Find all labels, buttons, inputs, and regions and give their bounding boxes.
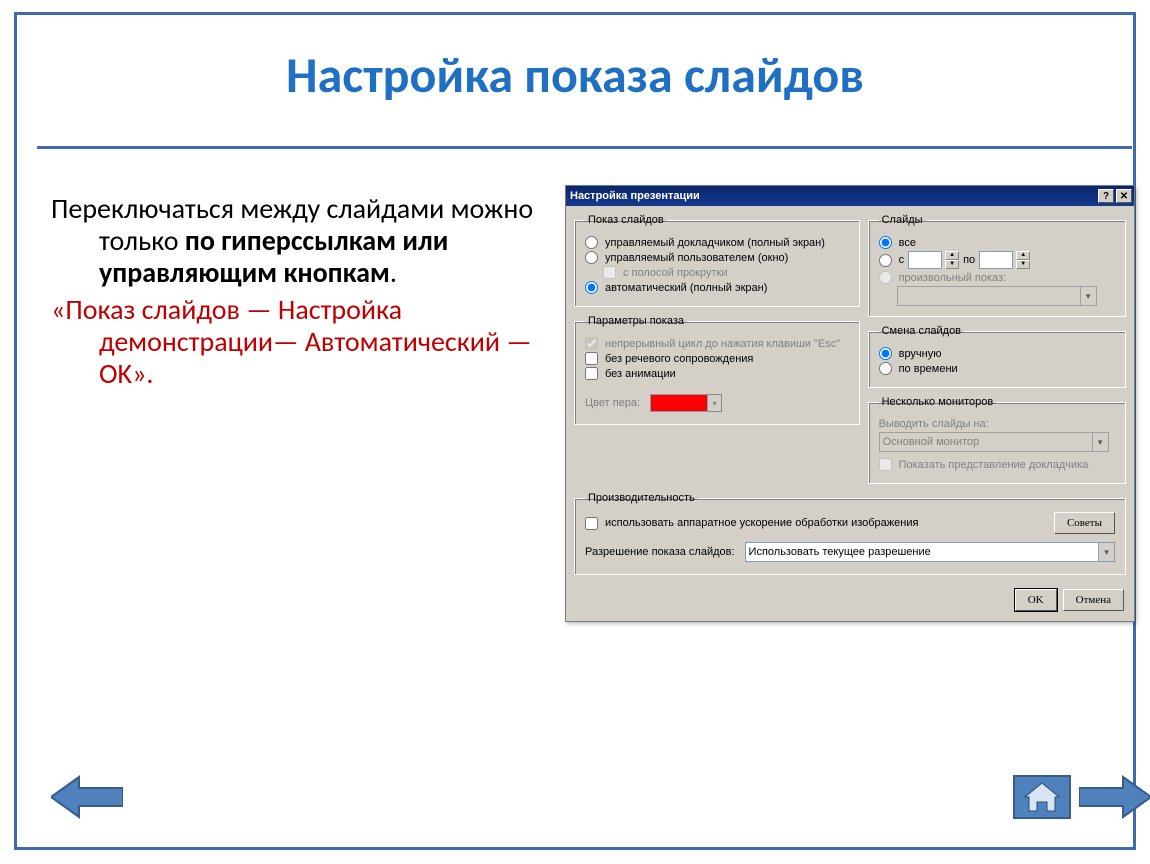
prev-arrow[interactable]	[51, 775, 123, 819]
title-rule	[37, 146, 1132, 149]
setup-dialog: Настройка презентации ? ✕ Показ слайдов …	[565, 185, 1135, 622]
slide-title: Настройка показа слайдов	[17, 45, 1133, 106]
ok-button[interactable]: OK	[1015, 589, 1057, 611]
radio-browsed[interactable]: управляемый пользователем (окно)	[585, 251, 849, 264]
cancel-button[interactable]: Отмена	[1063, 589, 1124, 611]
dialog-title: Настройка презентации	[570, 190, 700, 202]
close-button[interactable]: ✕	[1116, 189, 1132, 203]
legend-slides: Слайды	[879, 214, 926, 226]
to-input[interactable]	[979, 251, 1013, 269]
radio-custom: произвольный показ:	[879, 271, 1115, 284]
resolution-combo[interactable]: Использовать текущее разрешение	[745, 542, 1115, 562]
legend-perf: Производительность	[585, 492, 698, 504]
pen-dropdown-icon[interactable]	[708, 394, 722, 412]
body-text: Переключаться между слайдами можно тольк…	[51, 193, 536, 394]
radio-manual[interactable]: вручную	[879, 347, 1115, 360]
check-no-narration[interactable]: без речевого сопровождения	[585, 352, 849, 365]
legend-options: Параметры показа	[585, 315, 687, 327]
slide-frame: Настройка показа слайдов Переключаться м…	[14, 12, 1136, 850]
radio-range[interactable]: с ▲▼ по ▲▼	[879, 251, 1115, 269]
help-button[interactable]: ?	[1098, 189, 1114, 203]
radio-kiosk[interactable]: автоматический (полный экран)	[585, 281, 849, 294]
pen-color-picker[interactable]	[650, 394, 722, 412]
from-input[interactable]	[908, 251, 942, 269]
group-options: Параметры показа непрерывный цикл до наж…	[574, 315, 860, 425]
legend-show: Показ слайдов	[585, 214, 667, 226]
display-on-label: Выводить слайды на:	[879, 418, 1115, 430]
tips-button[interactable]: Советы	[1054, 512, 1115, 534]
radio-timings[interactable]: по времени	[879, 362, 1115, 375]
group-performance: Производительность использовать аппаратн…	[574, 492, 1126, 575]
dialog-footer: OK Отмена	[566, 583, 1134, 621]
para2: «Показ слайдов — Настройка демонстрации—…	[51, 294, 536, 391]
check-no-animation[interactable]: без анимации	[585, 367, 849, 380]
monitor-combo: Основной монитор	[879, 432, 1109, 452]
group-monitors: Несколько мониторов Выводить слайды на: …	[868, 396, 1126, 484]
group-advance: Смена слайдов вручную по времени	[868, 325, 1126, 388]
pen-label: Цвет пера:	[585, 397, 640, 409]
group-slides: Слайды все с ▲▼ по ▲▼ произвольный показ…	[868, 214, 1126, 317]
radio-all[interactable]: все	[879, 236, 1115, 249]
check-loop: непрерывный цикл до нажатия клавиши "Esc…	[585, 337, 849, 350]
next-arrow[interactable]	[1079, 775, 1150, 819]
check-hw-accel[interactable]: использовать аппаратное ускорение обрабо…	[585, 517, 918, 530]
pen-swatch	[650, 394, 708, 412]
dialog-titlebar[interactable]: Настройка презентации ? ✕	[566, 186, 1134, 206]
para1-tail: .	[390, 255, 397, 290]
home-button[interactable]	[1013, 775, 1071, 819]
legend-advance: Смена слайдов	[879, 325, 964, 337]
check-presenter-view: Показать представление докладчика	[879, 458, 1115, 471]
resolution-label: Разрешение показа слайдов:	[585, 546, 735, 558]
group-show-type: Показ слайдов управляемый докладчиком (п…	[574, 214, 860, 307]
legend-monitors: Несколько мониторов	[879, 396, 997, 408]
check-scrollbar: с полосой прокрутки	[603, 266, 849, 279]
radio-presenter[interactable]: управляемый докладчиком (полный экран)	[585, 236, 849, 249]
custom-show-combo	[897, 286, 1097, 306]
